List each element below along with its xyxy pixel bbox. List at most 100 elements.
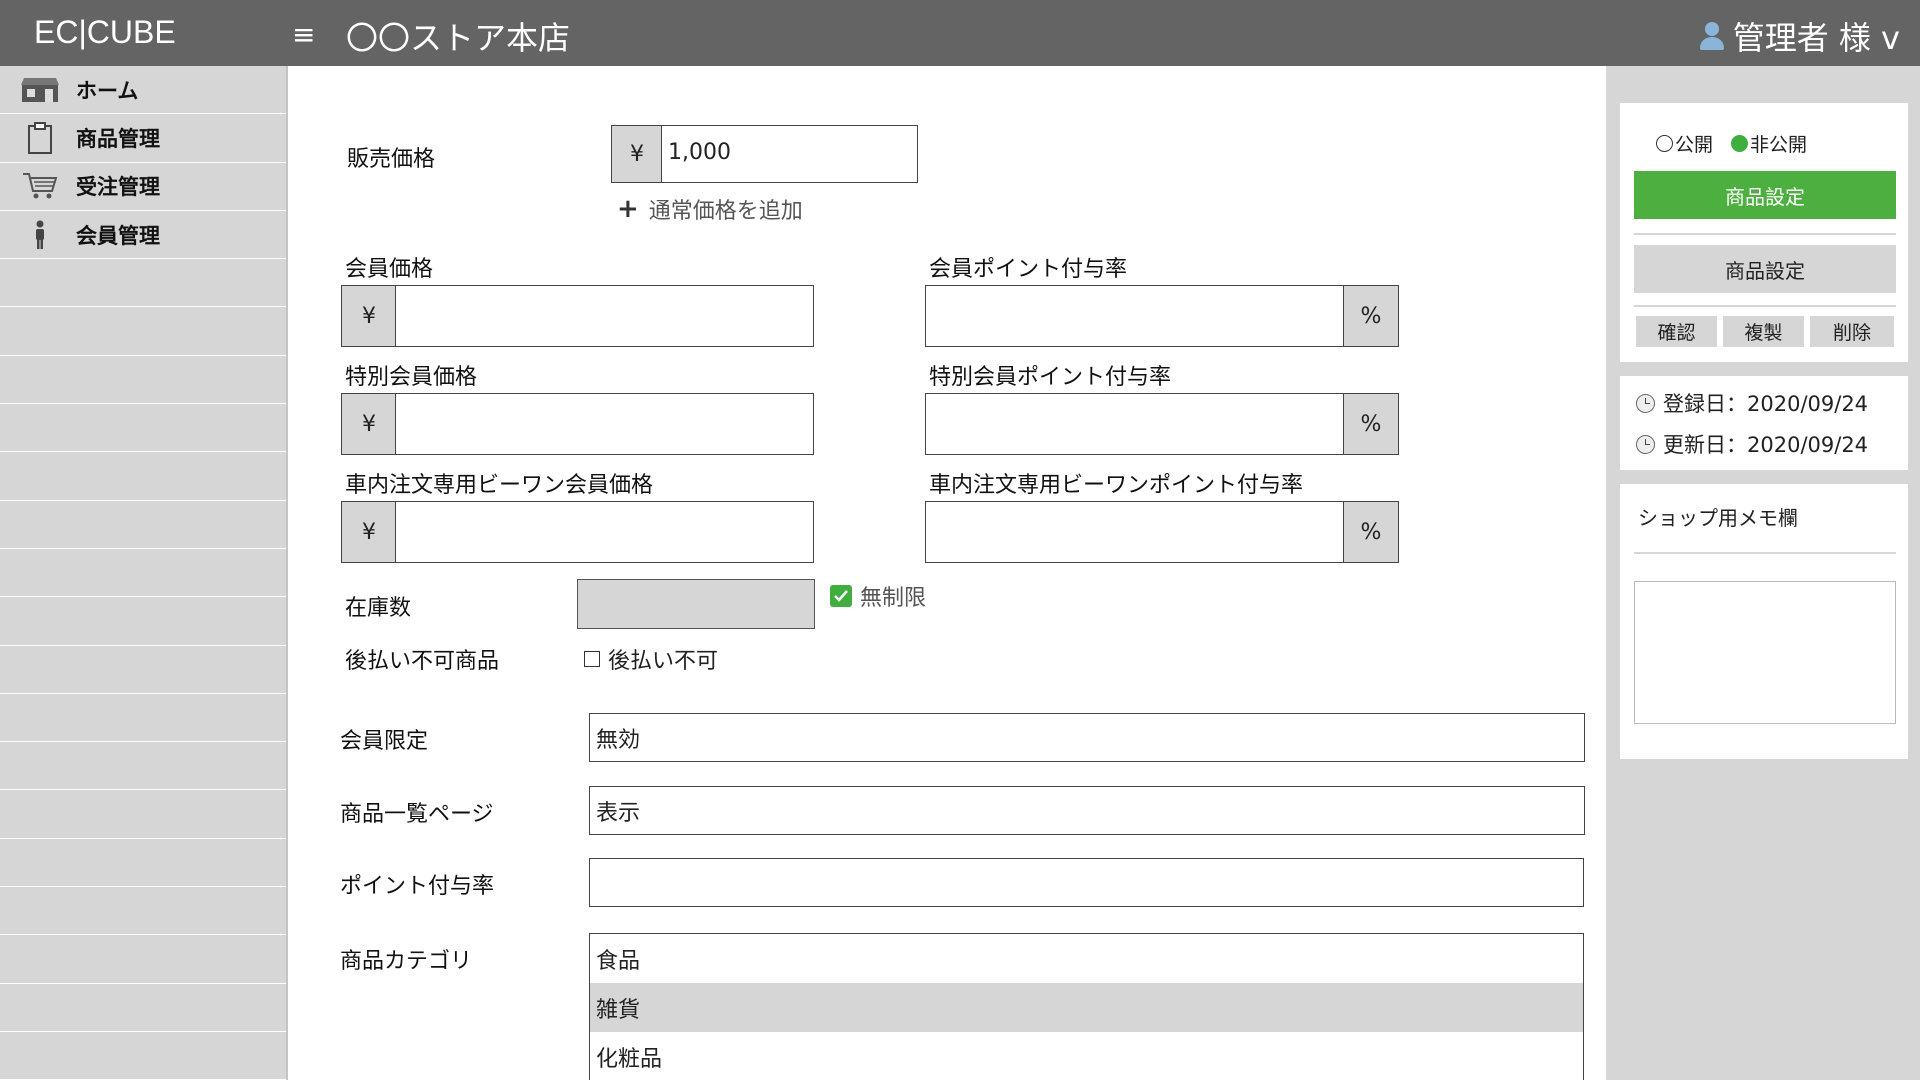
special-member-price-currency: ¥ <box>341 393 397 455</box>
updated-date-label: 更新日：2020/09/24 <box>1663 433 1869 457</box>
empty-checkbox-icon <box>584 651 600 667</box>
special-member-point-rate-input[interactable] <box>925 393 1345 455</box>
sidebar-item-orders[interactable]: 受注管理 <box>0 163 286 211</box>
category-label: 商品カテゴリ <box>340 949 473 974</box>
sidebar-empty-row <box>0 694 286 743</box>
clock-icon <box>1636 434 1655 454</box>
checkmark-icon <box>830 585 852 607</box>
sidebar-empty-row <box>0 839 286 888</box>
plus-icon: + <box>617 194 639 224</box>
sidebar-empty-row <box>0 887 286 936</box>
member-price-label: 会員価格 <box>345 257 434 282</box>
main-content: 販売価格 ¥ 1,000 + 通常価格を追加 会員価格 ¥ 会員ポイント付与率 … <box>290 66 1606 1080</box>
user-label: 管理者 様 v <box>1732 19 1900 57</box>
member-limit-label: 会員限定 <box>340 729 429 754</box>
point-rate-label: ポイント付与率 <box>340 874 495 899</box>
radio-private-label: 非公開 <box>1750 134 1808 156</box>
memo-textarea[interactable] <box>1634 581 1896 724</box>
person-icon <box>20 220 60 250</box>
hamburger-menu-icon[interactable]: ≡ <box>292 18 315 51</box>
sidebar-empty-row <box>0 597 286 646</box>
sidebar-empty-row <box>0 404 286 453</box>
category-listbox[interactable]: 食品 雑貨 化粧品 <box>589 933 1584 1080</box>
product-settings-primary-button[interactable]: 商品設定 <box>1634 171 1896 219</box>
category-option-goods[interactable]: 雑貨 <box>590 983 1583 1032</box>
updated-date: 更新日：2020/09/24 <box>1636 429 1868 459</box>
member-price-input[interactable] <box>395 285 814 347</box>
list-page-label: 商品一覧ページ <box>340 802 494 827</box>
memo-label: ショップ用メモ欄 <box>1638 506 1798 530</box>
sale-price-input[interactable]: 1,000 <box>661 125 918 183</box>
sidebar-item-label: ホーム <box>76 78 139 103</box>
sidebar-empty-row <box>0 501 286 549</box>
divider <box>1634 305 1896 307</box>
special-member-point-rate-unit: % <box>1343 393 1399 455</box>
deferred-payment-label: 後払い不可商品 <box>345 649 500 674</box>
sale-price-currency: ¥ <box>611 125 663 183</box>
member-limit-select[interactable]: 無効 <box>589 713 1585 762</box>
category-option-food[interactable]: 食品 <box>590 934 1583 983</box>
sidebar-empty-row <box>0 984 286 1032</box>
right-panel: 公開 非公開 商品設定 商品設定 確認 複製 削除 登録日：2020/09/24 <box>1606 66 1920 1080</box>
list-page-select[interactable]: 表示 <box>589 786 1585 835</box>
user-icon <box>1699 21 1725 51</box>
sidebar-item-home[interactable]: ホーム <box>0 66 286 115</box>
memo-card: ショップ用メモ欄 <box>1620 484 1908 759</box>
store-name: 〇〇ストア本店 <box>346 19 571 57</box>
sidebar-empty-row <box>0 549 286 598</box>
sidebar-empty-row <box>0 935 286 984</box>
product-settings-secondary-button[interactable]: 商品設定 <box>1634 245 1896 293</box>
beone-member-price-label: 車内注文専用ビーワン会員価格 <box>345 473 654 498</box>
special-member-price-label: 特別会員価格 <box>345 365 478 390</box>
stock-label: 在庫数 <box>345 596 412 621</box>
sidebar-empty-row <box>0 646 286 694</box>
point-rate-input[interactable] <box>589 858 1584 907</box>
deferred-payment-checkbox[interactable]: 後払い不可 <box>584 643 718 675</box>
radio-private[interactable]: 非公開 <box>1731 130 1807 157</box>
confirm-button[interactable]: 確認 <box>1636 316 1717 347</box>
user-menu[interactable]: 管理者 様 v <box>1699 13 1900 59</box>
add-regular-price-link[interactable]: + 通常価格を追加 <box>617 193 803 225</box>
member-point-rate-input[interactable] <box>925 285 1345 347</box>
top-header: EC|CUBE ≡ 〇〇ストア本店 管理者 様 v <box>0 0 1920 66</box>
category-option-cosmetics[interactable]: 化粧品 <box>590 1032 1583 1080</box>
unlimited-checkbox[interactable]: 無制限 <box>830 580 926 612</box>
member-limit-value: 無効 <box>596 727 641 753</box>
beone-point-rate-input[interactable] <box>925 501 1345 563</box>
sidebar-empty-row <box>0 742 286 791</box>
sidebar: ホーム 商品管理 受注管理 会員管理 <box>0 66 288 1080</box>
clock-icon <box>1636 393 1655 413</box>
member-price-currency: ¥ <box>341 285 397 347</box>
sidebar-empty-row <box>0 356 286 405</box>
list-page-value: 表示 <box>596 800 641 826</box>
sidebar-item-label: 商品管理 <box>76 126 160 151</box>
divider <box>1634 233 1896 235</box>
special-member-price-input[interactable] <box>395 393 814 455</box>
cart-icon <box>20 171 60 201</box>
sidebar-item-products[interactable]: 商品管理 <box>0 114 286 163</box>
beone-point-rate-unit: % <box>1343 501 1399 563</box>
duplicate-button[interactable]: 複製 <box>1723 316 1804 347</box>
stock-input[interactable] <box>577 579 815 629</box>
radio-public[interactable]: 公開 <box>1656 130 1713 157</box>
deferred-checkbox-label: 後払い不可 <box>608 649 719 674</box>
dates-card: 登録日：2020/09/24 更新日：2020/09/24 <box>1620 376 1908 470</box>
divider <box>1634 552 1896 554</box>
add-regular-price-label: 通常価格を追加 <box>648 199 803 224</box>
beone-member-price-input[interactable] <box>395 501 814 563</box>
sidebar-item-members[interactable]: 会員管理 <box>0 211 286 260</box>
unlimited-label: 無制限 <box>860 586 927 611</box>
clipboard-icon <box>20 121 60 154</box>
member-point-rate-unit: % <box>1343 285 1399 347</box>
publish-card: 公開 非公開 商品設定 商品設定 確認 複製 削除 <box>1620 103 1908 362</box>
sidebar-empty-row <box>0 452 286 501</box>
app-logo[interactable]: EC|CUBE <box>34 14 176 51</box>
delete-button[interactable]: 削除 <box>1810 316 1894 347</box>
radio-unselected-icon <box>1656 135 1673 152</box>
sidebar-empty-row <box>0 259 286 308</box>
sidebar-item-label: 会員管理 <box>76 223 160 248</box>
radio-public-label: 公開 <box>1675 134 1714 156</box>
special-member-point-rate-label: 特別会員ポイント付与率 <box>929 365 1172 390</box>
sidebar-item-label: 受注管理 <box>76 175 160 200</box>
beone-member-price-currency: ¥ <box>341 501 397 563</box>
